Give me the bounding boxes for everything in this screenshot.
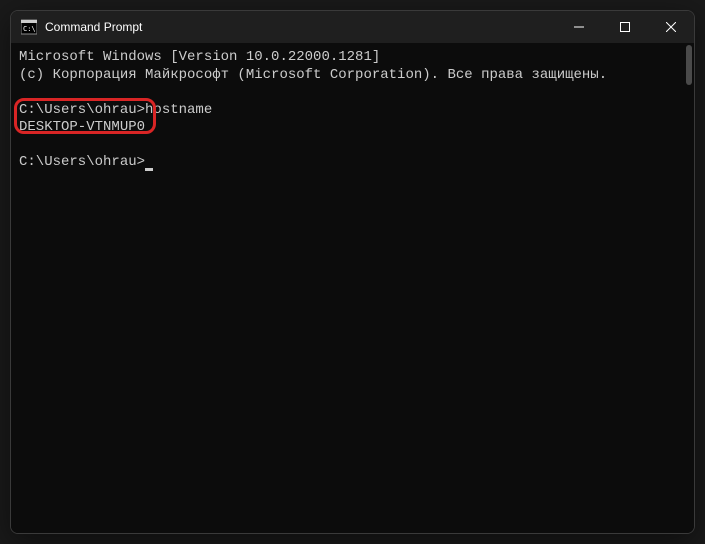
blank-line: [19, 84, 686, 102]
cmd-icon: C:\: [21, 19, 37, 35]
maximize-button[interactable]: [602, 11, 648, 43]
hostname-output: DESKTOP-VTNMUP0: [19, 119, 686, 137]
prompt-line: C:\Users\ohrau>: [19, 154, 686, 172]
svg-text:C:\: C:\: [23, 25, 36, 33]
copyright-line: (c) Корпорация Майкрософт (Microsoft Cor…: [19, 67, 686, 85]
minimize-button[interactable]: [556, 11, 602, 43]
blank-line: [19, 137, 686, 155]
close-button[interactable]: [648, 11, 694, 43]
version-line: Microsoft Windows [Version 10.0.22000.12…: [19, 49, 686, 67]
command-line-hostname: C:\Users\ohrau>hostname: [19, 102, 686, 120]
titlebar[interactable]: C:\ Command Prompt: [11, 11, 694, 43]
window-controls: [556, 11, 694, 43]
prompt-text: C:\Users\ohrau>: [19, 154, 145, 170]
command-prompt-window: C:\ Command Prompt Microsoft Windows [Ve…: [10, 10, 695, 534]
scrollbar-thumb[interactable]: [686, 45, 692, 85]
window-title: Command Prompt: [45, 20, 142, 34]
terminal-content[interactable]: Microsoft Windows [Version 10.0.22000.12…: [11, 43, 694, 533]
text-cursor: [145, 168, 153, 171]
